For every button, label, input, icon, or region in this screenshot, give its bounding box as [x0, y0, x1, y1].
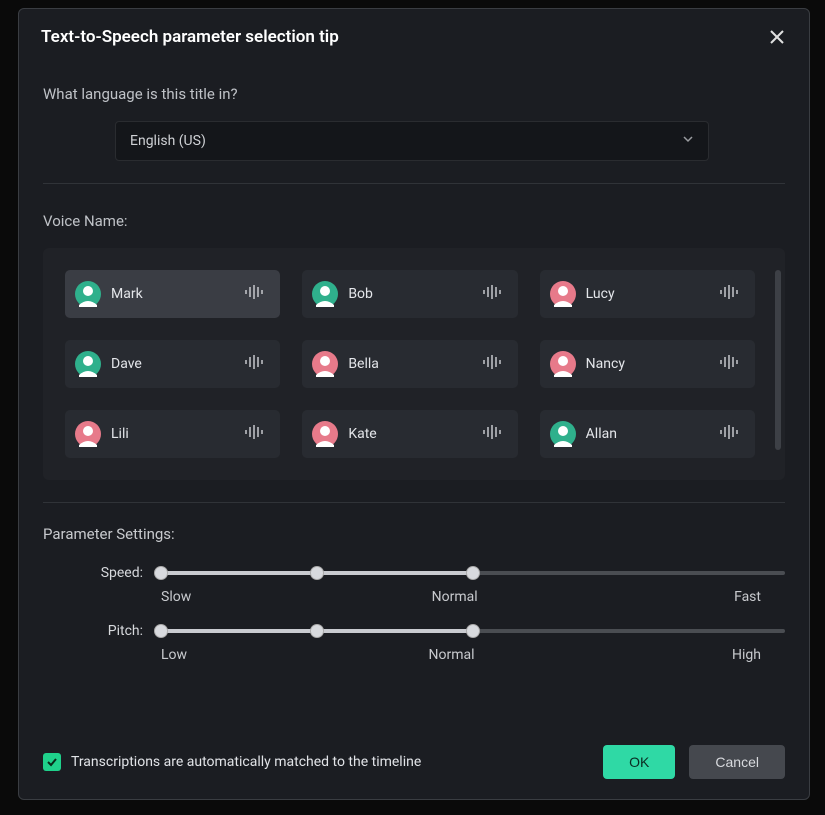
voice-name-label: Bella	[348, 356, 471, 372]
dialog-title: Text-to-Speech parameter selection tip	[41, 27, 339, 47]
waveform-icon	[244, 424, 266, 444]
speed-slider[interactable]	[161, 563, 785, 583]
voice-card-mark[interactable]: Mark	[65, 270, 280, 318]
voice-card-bella[interactable]: Bella	[302, 340, 517, 388]
speed-tick-low: Slow	[161, 589, 191, 605]
avatar-icon	[312, 421, 338, 447]
parameter-settings-label: Parameter Settings:	[43, 525, 785, 543]
avatar-icon	[312, 281, 338, 307]
avatar-icon	[75, 421, 101, 447]
ok-button[interactable]: OK	[603, 745, 675, 779]
waveform-icon	[482, 284, 504, 304]
avatar-icon	[75, 351, 101, 377]
waveform-icon	[482, 354, 504, 374]
voice-panel: Mark Bob Lucy Dave Bella Nancy Lili Kate Allan	[43, 248, 785, 480]
voice-name-label: Nancy	[586, 356, 709, 372]
voice-scrollbar[interactable]	[775, 270, 781, 450]
voice-name-label: Kate	[348, 426, 471, 442]
speed-row: Speed:	[43, 563, 785, 583]
avatar-icon	[550, 421, 576, 447]
check-icon	[46, 756, 58, 768]
waveform-icon	[719, 424, 741, 444]
voice-card-kate[interactable]: Kate	[302, 410, 517, 458]
avatar-icon	[312, 351, 338, 377]
voice-name-label: Allan	[586, 426, 709, 442]
waveform-icon	[482, 424, 504, 444]
voice-name-label: Dave	[111, 356, 234, 372]
divider	[43, 502, 785, 503]
voice-card-lucy[interactable]: Lucy	[540, 270, 755, 318]
auto-match-label: Transcriptions are automatically matched…	[71, 754, 421, 770]
speed-tick-high: Fast	[734, 589, 761, 605]
pitch-tick-high: High	[732, 647, 761, 663]
speed-label: Speed:	[43, 565, 143, 581]
dialog-footer: Transcriptions are automatically matched…	[19, 735, 809, 799]
avatar-icon	[550, 351, 576, 377]
pitch-label: Pitch:	[43, 623, 143, 639]
voice-card-lili[interactable]: Lili	[65, 410, 280, 458]
close-button[interactable]	[767, 27, 787, 47]
voice-card-bob[interactable]: Bob	[302, 270, 517, 318]
voice-card-allan[interactable]: Allan	[540, 410, 755, 458]
voice-card-nancy[interactable]: Nancy	[540, 340, 755, 388]
auto-match-checkbox[interactable]	[43, 753, 61, 771]
pitch-row: Pitch:	[43, 621, 785, 641]
waveform-icon	[719, 354, 741, 374]
voice-card-dave[interactable]: Dave	[65, 340, 280, 388]
language-select[interactable]: English (US)	[115, 121, 709, 161]
voice-name-label: Lili	[111, 426, 234, 442]
auto-match-row: Transcriptions are automatically matched…	[43, 753, 421, 771]
chevron-down-icon	[682, 133, 694, 149]
waveform-icon	[719, 284, 741, 304]
waveform-icon	[244, 354, 266, 374]
speed-tick-labels: Slow Normal Fast	[43, 589, 785, 605]
voice-name-label: Bob	[348, 286, 471, 302]
voice-name-label: Voice Name:	[43, 212, 785, 230]
pitch-slider[interactable]	[161, 621, 785, 641]
language-question: What language is this title in?	[43, 85, 785, 103]
dialog-header: Text-to-Speech parameter selection tip	[19, 9, 809, 57]
pitch-tick-low: Low	[161, 647, 187, 663]
voice-name-label: Lucy	[586, 286, 709, 302]
close-icon	[769, 29, 785, 45]
pitch-tick-labels: Low Normal High	[43, 647, 785, 663]
speed-tick-mid: Normal	[432, 589, 478, 605]
divider	[43, 183, 785, 184]
voice-name-label: Mark	[111, 286, 234, 302]
avatar-icon	[550, 281, 576, 307]
tts-dialog: Text-to-Speech parameter selection tip W…	[18, 8, 810, 800]
language-selected-value: English (US)	[130, 133, 206, 149]
cancel-button[interactable]: Cancel	[689, 745, 785, 779]
avatar-icon	[75, 281, 101, 307]
pitch-tick-mid: Normal	[429, 647, 475, 663]
waveform-icon	[244, 284, 266, 304]
